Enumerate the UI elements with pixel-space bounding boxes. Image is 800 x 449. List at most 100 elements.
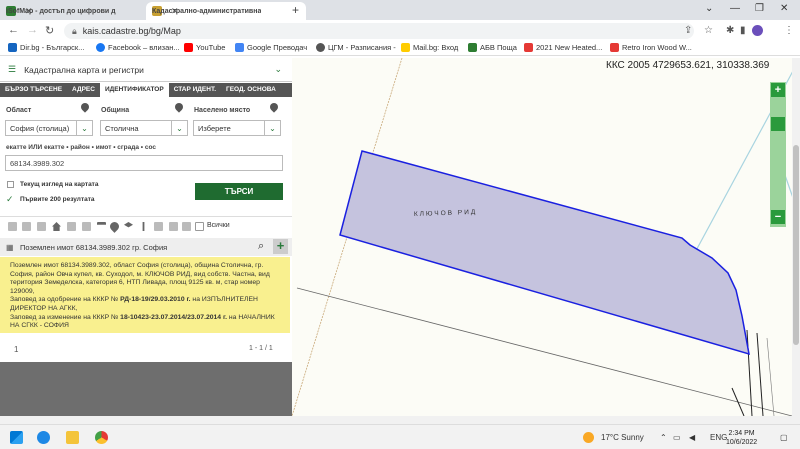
selected-parcel[interactable] <box>339 150 750 356</box>
settlement-select[interactable]: Изберете ⌄ <box>193 120 281 136</box>
location-pin-icon[interactable] <box>79 101 91 113</box>
cgm-icon <box>316 43 325 52</box>
window-close-icon[interactable]: ✕ <box>780 3 788 14</box>
filter-icon[interactable] <box>37 222 46 231</box>
marker-icon[interactable] <box>142 222 145 231</box>
zoom-out-button[interactable]: − <box>771 210 785 224</box>
chevron-down-icon[interactable]: ⌄ <box>274 64 282 75</box>
amendment-text: Заповед за изменение на КККР № <box>10 313 121 321</box>
back-icon[interactable]: ← <box>8 24 19 36</box>
tab-address[interactable]: АДРЕС <box>67 83 100 97</box>
bookmark-item[interactable]: YouTube <box>184 43 225 52</box>
filter-icon[interactable] <box>82 222 91 231</box>
tab-geod-base[interactable]: ГЕОД. ОСНОВА <box>221 83 281 97</box>
approval-text: Заповед за одобрение на КККР № <box>10 296 121 304</box>
share-icon[interactable]: ⇪ <box>684 25 692 36</box>
minimize-icon[interactable]: — <box>730 3 740 14</box>
file-explorer-icon[interactable] <box>66 431 79 444</box>
clock[interactable]: 2:34 PM 10/6/2022 <box>726 429 757 447</box>
tab-cadastre[interactable]: Кадастрално-административна ✕ <box>146 2 306 20</box>
obshtina-value: Столична <box>105 123 139 133</box>
bookmark-item[interactable]: АБВ Поща <box>468 43 517 52</box>
horizontal-scrollbar[interactable] <box>0 416 800 424</box>
chevron-up-icon[interactable]: ⌃ <box>660 433 667 442</box>
chrome-icon[interactable] <box>95 431 108 444</box>
filter-icon[interactable] <box>154 222 163 231</box>
windows-start-icon[interactable] <box>10 431 23 444</box>
obshtina-select[interactable]: Столична ⌄ <box>100 120 188 136</box>
bookmark-item[interactable]: ЦГМ - Разписания - <box>316 43 396 52</box>
panel-header[interactable]: ☰ Кадастрална карта и регистри ⌄ <box>0 58 292 82</box>
road-line <box>756 332 764 416</box>
identifier-input[interactable]: 68134.3989.302 <box>5 155 283 171</box>
reload-icon[interactable]: ↻ <box>45 24 54 37</box>
weather-text[interactable]: 17°C Sunny <box>601 433 644 442</box>
result-header[interactable]: ▦ Поземлен имот 68134.3989.302 гр. София… <box>0 238 292 256</box>
chevron-down-icon: ⌄ <box>171 121 187 135</box>
all-checkbox[interactable] <box>195 222 204 231</box>
chevron-down-icon[interactable]: ⌄ <box>705 3 713 14</box>
bookmark-label: Retro Iron Wood W... <box>622 43 692 52</box>
layers-icon[interactable] <box>124 222 133 228</box>
bookmark-item[interactable]: Facebook – влизан... <box>96 43 180 52</box>
tab-quick-search[interactable]: БЪРЗО ТЪРСЕНЕ <box>0 83 67 97</box>
extensions-icon[interactable]: ✱ <box>726 25 734 36</box>
location-pin-icon[interactable] <box>268 101 280 113</box>
bookmark-item[interactable]: Dir.bg - Българск... <box>8 43 84 52</box>
zoom-slider[interactable] <box>770 82 786 227</box>
line-icon[interactable] <box>97 222 106 225</box>
oblast-select[interactable]: София (столица) ⌄ <box>5 120 93 136</box>
volume-icon[interactable]: ◀ <box>689 433 695 442</box>
weather-icon <box>583 432 594 443</box>
building-icon[interactable] <box>52 222 61 231</box>
aliexpress-icon <box>524 43 533 52</box>
checkmark-icon[interactable]: ✓ <box>6 194 14 205</box>
page-number[interactable]: 1 <box>14 345 18 354</box>
tab-old-identifier[interactable]: СТАР ИДЕНТ. <box>169 83 221 97</box>
pager: 1 1 - 1 / 1 <box>0 337 292 362</box>
sidebar-icon[interactable]: ▮ <box>740 25 746 36</box>
network-icon[interactable]: ▭ <box>673 433 681 442</box>
zoom-in-button[interactable]: + <box>771 83 785 97</box>
url-text: kais.cadastre.bg/bg/Map <box>82 26 181 36</box>
current-view-checkbox[interactable] <box>7 181 14 188</box>
approval-number: РД-18-19/29.03.2010 г. <box>120 296 191 304</box>
star-icon[interactable]: ☆ <box>704 25 713 36</box>
filter-icon[interactable] <box>8 222 17 231</box>
location-pin-icon[interactable] <box>108 220 121 233</box>
current-view-label: Текущ изглед на картата <box>20 181 99 188</box>
edge-icon[interactable] <box>37 431 50 444</box>
bookmark-item[interactable]: 2021 New Heated... <box>524 43 602 52</box>
new-tab-icon[interactable]: + <box>292 3 299 17</box>
bookmark-label: ЦГМ - Разписания - <box>328 43 396 52</box>
map-canvas[interactable]: КЛЮЧОВ РИД <box>292 58 800 416</box>
avatar[interactable] <box>752 25 763 36</box>
scroll-thumb[interactable] <box>793 145 799 345</box>
oblast-label: Област <box>6 107 32 114</box>
result-description: Поземлен имот 68134.3989.302, област Соф… <box>10 262 270 295</box>
menu-icon[interactable]: ⋮ <box>784 25 794 36</box>
result-details: Поземлен имот 68134.3989.302, област Соф… <box>0 257 290 333</box>
notification-icon[interactable]: ▢ <box>780 433 788 442</box>
url-input[interactable]: 🔒︎ kais.cadastre.bg/bg/Map <box>64 23 694 39</box>
filter-icon[interactable] <box>182 222 191 231</box>
search-button[interactable]: ТЪРСИ <box>195 183 283 200</box>
bookmark-item[interactable]: Retro Iron Wood W... <box>610 43 692 52</box>
restore-icon[interactable]: ❐ <box>755 3 764 14</box>
tab-identifier[interactable]: ИДЕНТИФИКАТОР <box>99 83 169 97</box>
location-pin-icon[interactable] <box>173 101 185 113</box>
search-icon[interactable]: ⌕ <box>258 240 264 253</box>
tab-isofmap[interactable]: iSofMap - достъп до цифрови д ✕ <box>0 2 143 20</box>
panel-tabs: БЪРЗО ТЪРСЕНЕ АДРЕС ИДЕНТИФИКАТОР СТАР И… <box>0 83 292 97</box>
bookmark-item[interactable]: Mail.bg: Вход <box>401 43 458 52</box>
zoom-handle[interactable] <box>771 117 785 131</box>
filter-icon[interactable] <box>169 222 178 231</box>
bookmark-item[interactable]: Google Преводач <box>235 43 307 52</box>
bookmark-label: Mail.bg: Вход <box>413 43 459 52</box>
language-indicator[interactable]: ENG <box>710 433 727 442</box>
filter-icon[interactable] <box>67 222 76 231</box>
tab-label: iSofMap - достъп до цифрови д <box>6 7 116 15</box>
filter-icon[interactable] <box>22 222 31 231</box>
forward-icon[interactable]: → <box>27 24 38 36</box>
add-icon[interactable]: + <box>273 239 288 254</box>
